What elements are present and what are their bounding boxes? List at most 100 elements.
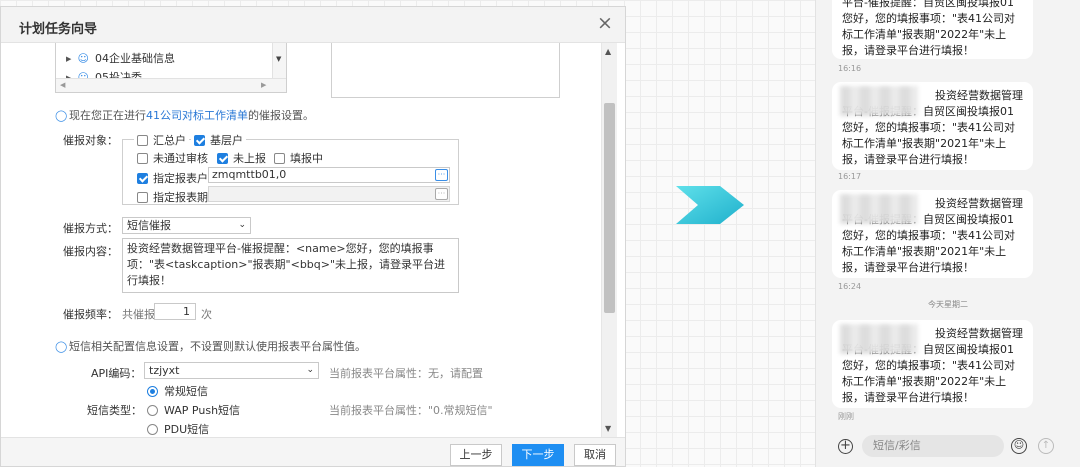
info-prefix: 现在您正在进行 — [69, 109, 146, 122]
message-sender: 投资经营数据管理 — [935, 89, 1023, 102]
tree-vertical-scrollbar[interactable]: ▼ — [272, 43, 286, 79]
specified-reporter-checkbox[interactable]: 指定报表户 — [137, 170, 208, 186]
close-icon[interactable]: × — [595, 13, 615, 33]
sms-config-info: ◯ 短信相关配置信息设置，不设置则默认使用报表平台属性值。 — [55, 338, 366, 354]
select-value: 短信催报 — [127, 219, 171, 232]
blurred-sender-avatar — [840, 194, 918, 224]
scroll-right-icon[interactable]: ▶ — [261, 81, 266, 89]
dialog-scrollbar[interactable]: ▲ ▼ — [601, 43, 617, 437]
specified-reporter-input[interactable]: zmqmttb01,0 ··· — [208, 167, 450, 183]
radio-wap-push[interactable]: WAP Push短信 — [147, 402, 240, 418]
next-step-button[interactable]: 下一步 — [512, 444, 564, 466]
checkbox-label: 汇总户 — [153, 134, 186, 147]
checkbox-box[interactable] — [194, 135, 205, 146]
message-body: 平台-催报提醒：自贸区闽投填报01您好，您的填报事项："表41公司对标工作清单"… — [842, 0, 1016, 57]
base-checkbox[interactable]: 基层户 — [191, 132, 246, 148]
chevron-down-icon: ⌄ — [306, 365, 314, 375]
plan-task-wizard-dialog: 计划任务向导 × ▶ ☺ 04企业基础信息 ▶ ☺ 05投决委 ▼ ◀ ▶ ◯现 — [0, 6, 626, 467]
tree-horizontal-scrollbar[interactable]: ◀ ▶ — [56, 78, 286, 92]
remind-content-label: 催报内容： — [63, 245, 118, 258]
more-icon[interactable]: ··· — [435, 169, 448, 181]
scroll-down-icon[interactable]: ▼ — [605, 424, 611, 433]
dialog-header: 计划任务向导 × — [1, 7, 625, 43]
scroll-left-icon[interactable]: ◀ — [60, 81, 65, 89]
message-sender: 投资经营数据管理 — [935, 327, 1023, 340]
selection-panel[interactable] — [331, 43, 560, 98]
reporter-value: zmqmttb01,0 — [212, 168, 287, 181]
dialog-body: ▶ ☺ 04企业基础信息 ▶ ☺ 05投决委 ▼ ◀ ▶ ◯现在您正在进行41公… — [1, 43, 601, 437]
sms-type-label: 短信类型： — [87, 404, 142, 417]
specified-period-input[interactable]: ··· — [208, 186, 450, 202]
group-icon: ☺ — [77, 52, 89, 65]
api-code-select[interactable]: tzjyxt ⌄ — [144, 362, 319, 379]
scroll-thumb[interactable] — [604, 103, 615, 313]
report-tree[interactable]: ▶ ☺ 04企业基础信息 ▶ ☺ 05投决委 ▼ ◀ ▶ — [55, 43, 287, 93]
remind-method-select[interactable]: 短信催报 ⌄ — [122, 217, 251, 234]
emoji-icon[interactable]: ☺ — [1011, 438, 1027, 454]
checkbox-label: 未上报 — [233, 152, 266, 165]
prev-step-button[interactable]: 上一步 — [450, 444, 502, 466]
task-name-highlight: 41公司对标工作清单 — [146, 109, 248, 122]
checkbox-label: 指定报表户 — [153, 172, 208, 185]
add-icon[interactable]: + — [838, 439, 853, 454]
message-time: 16:24 — [838, 282, 862, 291]
message-time: 16:16 — [838, 64, 862, 73]
summary-checkbox[interactable]: 汇总户 — [134, 132, 189, 148]
message-sender: 投资经营数据管理 — [935, 197, 1023, 210]
sms-info-text: 短信相关配置信息设置，不设置则默认使用报表平台属性值。 — [69, 340, 366, 353]
scroll-down-icon[interactable]: ▼ — [276, 55, 281, 63]
radio-regular-sms[interactable]: 常规短信 — [147, 383, 208, 399]
lightbulb-icon: ◯ — [55, 109, 68, 122]
radio-label: 常规短信 — [164, 385, 208, 398]
scroll-up-icon[interactable]: ▲ — [605, 47, 611, 56]
lightbulb-icon: ◯ — [55, 340, 68, 353]
blurred-sender-avatar — [840, 86, 918, 116]
checkbox-box[interactable] — [137, 135, 148, 146]
checkbox-box[interactable] — [217, 153, 228, 164]
checkbox-label: 基层户 — [210, 134, 243, 147]
checkbox-box[interactable] — [137, 173, 148, 184]
tree-item-label: 04企业基础信息 — [95, 52, 175, 65]
cancel-button[interactable]: 取消 — [574, 444, 616, 466]
radio-button[interactable] — [147, 424, 158, 435]
unaudited-checkbox[interactable]: 未通过审核 — [137, 150, 208, 166]
sms-message: 投资经营数据管理 平台-催报提醒：自贸区闽投填报01您好，您的填报事项："表41… — [832, 320, 1033, 408]
current-task-info: ◯ 现在您正在进行41公司对标工作清单的催报设置。 — [55, 107, 314, 123]
remind-content-textarea[interactable]: 投资经营数据管理平台-催报提醒：<name>您好，您的填报事项："表<taskc… — [122, 238, 459, 293]
blurred-sender-avatar — [840, 324, 918, 354]
frequency-unit: 次 — [201, 308, 212, 321]
specified-period-checkbox[interactable]: 指定报表期 — [137, 189, 208, 205]
right-arrow-icon — [676, 186, 744, 224]
message-time: 刚刚 — [838, 412, 854, 421]
radio-pdu-sms[interactable]: PDU短信 — [147, 421, 209, 437]
message-time: 16:17 — [838, 172, 862, 181]
select-value: tzjyxt — [149, 364, 180, 377]
tree-item[interactable]: ▶ ☺ 04企业基础信息 — [66, 50, 175, 66]
checkbox-label: 填报中 — [290, 152, 323, 165]
more-icon[interactable]: ··· — [435, 188, 448, 200]
checkbox-box[interactable] — [274, 153, 285, 164]
remind-target-label: 催报对象： — [63, 134, 118, 147]
send-icon[interactable]: ↑ — [1038, 438, 1054, 454]
info-suffix: 的催报设置。 — [248, 109, 314, 122]
api-code-label: API编码： — [91, 367, 142, 380]
sms-message: 投资经营数据管理 平台-催报提醒：自贸区闽投填报01您好，您的填报事项："表41… — [832, 82, 1033, 170]
message-input-bar: + 短信/彩信 ☺ ↑ — [816, 425, 1080, 467]
radio-button[interactable] — [147, 386, 158, 397]
radio-button[interactable] — [147, 405, 158, 416]
expand-arrow-icon[interactable]: ▶ — [66, 55, 74, 63]
frequency-prefix: 共催报 — [122, 308, 155, 321]
phone-sms-screen: 平台-催报提醒：自贸区闽投填报01您好，您的填报事项："表41公司对标工作清单"… — [815, 0, 1080, 467]
radio-label: WAP Push短信 — [164, 404, 241, 417]
chevron-down-icon: ⌄ — [238, 220, 246, 230]
remind-method-label: 催报方式： — [63, 222, 118, 235]
unreported-checkbox[interactable]: 未上报 — [217, 150, 266, 166]
remind-frequency-label: 催报频率： — [63, 308, 118, 321]
filling-checkbox[interactable]: 填报中 — [274, 150, 323, 166]
frequency-input[interactable]: 1 — [154, 303, 196, 320]
sms-message: 投资经营数据管理 平台-催报提醒：自贸区闽投填报01您好，您的填报事项："表41… — [832, 190, 1033, 278]
checkbox-box[interactable] — [137, 192, 148, 203]
checkbox-box[interactable] — [137, 153, 148, 164]
dialog-title: 计划任务向导 — [19, 22, 98, 37]
message-input[interactable]: 短信/彩信 — [862, 435, 1004, 457]
